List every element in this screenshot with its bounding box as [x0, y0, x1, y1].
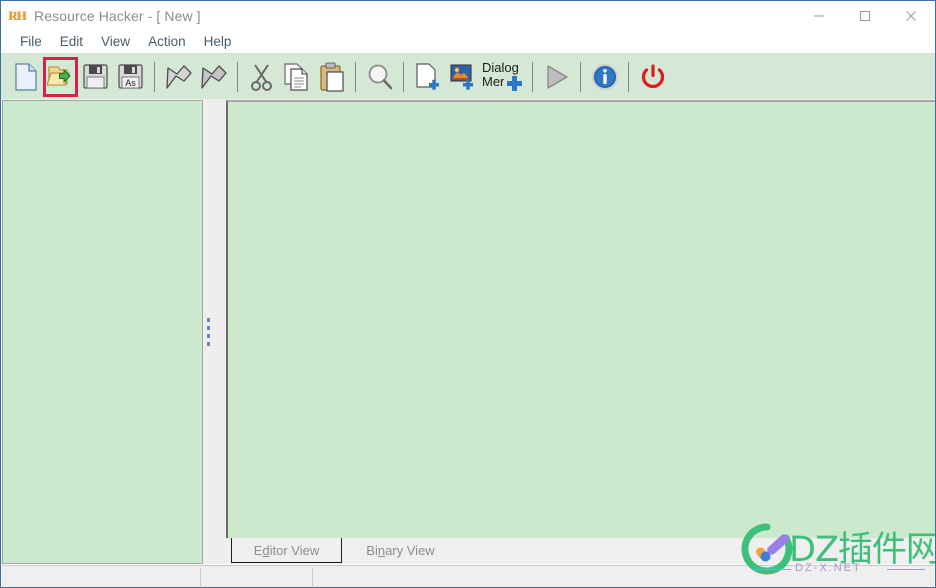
- run-button[interactable]: [539, 57, 574, 97]
- copy-pages-icon: [283, 62, 308, 91]
- magnifier-icon: [368, 64, 392, 89]
- maximize-icon: [860, 10, 870, 21]
- floppy-disk-icon: [83, 64, 108, 89]
- save-button[interactable]: [78, 57, 113, 97]
- clipboard-icon: [319, 61, 344, 92]
- dialog-label-line2: Mer: [482, 73, 505, 89]
- add-resource-button[interactable]: [410, 57, 445, 97]
- menu-item-view[interactable]: View: [92, 32, 139, 51]
- menu-item-action[interactable]: Action: [139, 32, 195, 51]
- minimize-button[interactable]: [796, 1, 842, 30]
- extract-resource-button[interactable]: [161, 57, 196, 97]
- status-divider: [312, 568, 313, 586]
- close-button[interactable]: [888, 1, 934, 30]
- replace-resource-button[interactable]: [196, 57, 231, 97]
- content-area: Editor View Binary View: [1, 99, 935, 564]
- svg-text:As: As: [125, 78, 136, 88]
- find-button[interactable]: [362, 57, 397, 97]
- open-folder-icon: [47, 65, 71, 86]
- toolbar-separator: [580, 61, 581, 92]
- menu-item-help[interactable]: Help: [195, 32, 241, 51]
- dialog-menu-plus-icon: Dialog Mer: [480, 60, 526, 94]
- plus-badge-icon: [507, 75, 522, 91]
- menu-bar: File Edit View Action Help: [1, 30, 935, 53]
- application-window: RH Resource Hacker - [ New ] File Edit V…: [0, 0, 936, 588]
- toolbar: As Dialog Mer: [1, 53, 935, 99]
- status-divider: [200, 568, 201, 586]
- tab-editor-view[interactable]: Editor View: [231, 538, 342, 563]
- toolbar-separator: [237, 61, 238, 92]
- image-plus-icon: [449, 63, 473, 90]
- dialog-menu-button[interactable]: Dialog Mer: [480, 57, 526, 97]
- info-circle-icon: [591, 63, 618, 90]
- splitter-grip-icon: [207, 317, 210, 346]
- arrow-shape-outline-icon: [200, 64, 227, 89]
- tab-binary-view-label: Binary View: [366, 543, 435, 558]
- floppy-disk-as-icon: As: [118, 64, 143, 89]
- page-plus-icon: [415, 62, 439, 90]
- play-triangle-icon: [546, 64, 568, 89]
- editor-panel[interactable]: [226, 100, 935, 538]
- scissors-icon: [250, 63, 272, 91]
- view-tab-strip: Editor View Binary View: [226, 538, 935, 564]
- arrow-shape-icon: [165, 64, 192, 89]
- toolbar-separator: [403, 61, 404, 92]
- menu-item-edit[interactable]: Edit: [51, 32, 92, 51]
- dialog-label-line1: Dialog: [482, 59, 519, 75]
- resource-tree-panel[interactable]: [2, 100, 203, 564]
- paste-button[interactable]: [314, 57, 349, 97]
- new-file-button[interactable]: [8, 57, 43, 97]
- save-as-button[interactable]: As: [113, 57, 148, 97]
- window-title: Resource Hacker - [ New ]: [34, 7, 201, 24]
- tab-binary-view[interactable]: Binary View: [345, 538, 456, 563]
- editor-container: Editor View Binary View: [213, 99, 935, 564]
- toolbar-separator: [628, 61, 629, 92]
- title-bar: RH Resource Hacker - [ New ]: [1, 1, 935, 30]
- new-document-icon: [14, 62, 37, 91]
- toolbar-separator: [355, 61, 356, 92]
- about-button[interactable]: [587, 57, 622, 97]
- resource-hacker-icon: RH: [8, 7, 27, 24]
- minimize-icon: [814, 15, 824, 16]
- app-icon-text: RH: [8, 8, 27, 23]
- add-image-button[interactable]: [445, 57, 480, 97]
- cut-button[interactable]: [244, 57, 279, 97]
- maximize-button[interactable]: [842, 1, 888, 30]
- toolbar-separator: [154, 61, 155, 92]
- close-icon: [906, 10, 916, 21]
- copy-button[interactable]: [279, 57, 314, 97]
- toolbar-separator: [532, 61, 533, 92]
- power-icon: [641, 63, 664, 88]
- status-bar: [2, 565, 934, 587]
- exit-button[interactable]: [635, 57, 670, 97]
- menu-item-file[interactable]: File: [11, 32, 51, 51]
- panel-splitter[interactable]: [204, 99, 213, 564]
- open-file-button[interactable]: [43, 56, 78, 97]
- tab-editor-view-label: Editor View: [253, 542, 320, 558]
